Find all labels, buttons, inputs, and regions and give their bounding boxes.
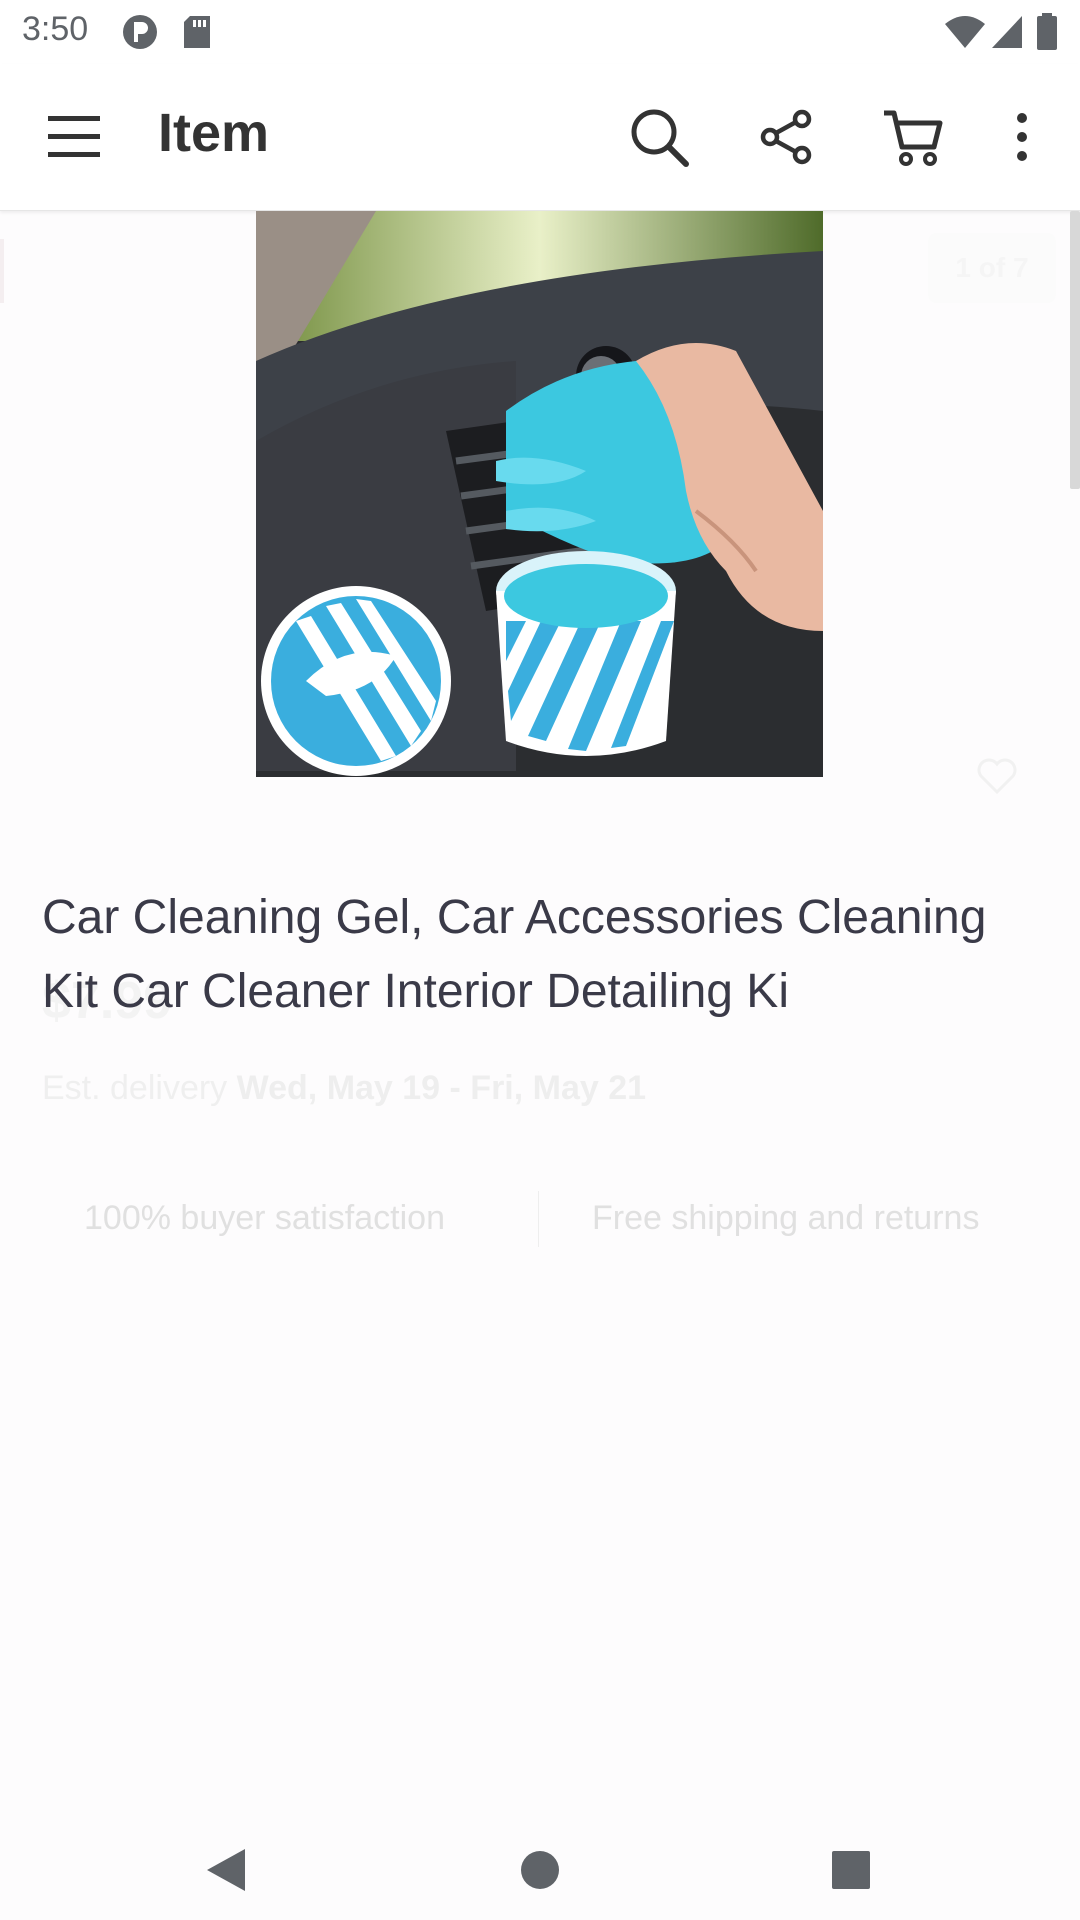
product-title: Car Cleaning Gel, Car Accessories Cleani… — [42, 891, 987, 1018]
cart-icon[interactable] — [876, 101, 948, 173]
delivery-info: Est. delivery Wed, May 19 - Fri, May 21 — [42, 1069, 646, 1108]
status-bar: 3:50 — [0, 0, 1080, 64]
wifi-icon — [943, 12, 987, 57]
badge-divider — [538, 1191, 539, 1247]
hamburger-menu-icon[interactable] — [38, 101, 110, 173]
search-icon[interactable] — [623, 101, 695, 173]
product-image[interactable] — [256, 211, 823, 777]
gallery-prev-indicator — [0, 239, 4, 303]
sd-card-icon — [182, 12, 214, 57]
signal-icon — [990, 12, 1024, 57]
data-saver-icon — [120, 12, 160, 57]
recents-icon[interactable] — [811, 1830, 891, 1910]
more-vert-icon[interactable] — [986, 101, 1058, 173]
system-nav-bar — [0, 1810, 1080, 1920]
app-bar: Item — [0, 64, 1080, 211]
item-content: 1 of 7 $7.99 Est. delivery Wed, May 19 -… — [0, 211, 1080, 1811]
scrollbar[interactable] — [1070, 211, 1080, 489]
status-time: 3:50 — [22, 10, 89, 48]
free-shipping-badge: Free shipping and returns — [592, 1199, 980, 1237]
delivery-dates: Wed, May 19 - Fri, May 21 — [236, 1069, 647, 1107]
share-icon[interactable] — [750, 101, 822, 173]
delivery-label: Est. delivery — [42, 1069, 228, 1107]
image-counter-badge: 1 of 7 — [928, 233, 1056, 303]
battery-icon — [1036, 12, 1058, 57]
home-icon[interactable] — [500, 1830, 580, 1910]
page-title: Item — [158, 103, 270, 163]
back-icon[interactable] — [186, 1830, 266, 1910]
watch-heart-icon[interactable] — [975, 756, 1019, 801]
satisfaction-badge: 100% buyer satisfaction — [84, 1199, 445, 1237]
